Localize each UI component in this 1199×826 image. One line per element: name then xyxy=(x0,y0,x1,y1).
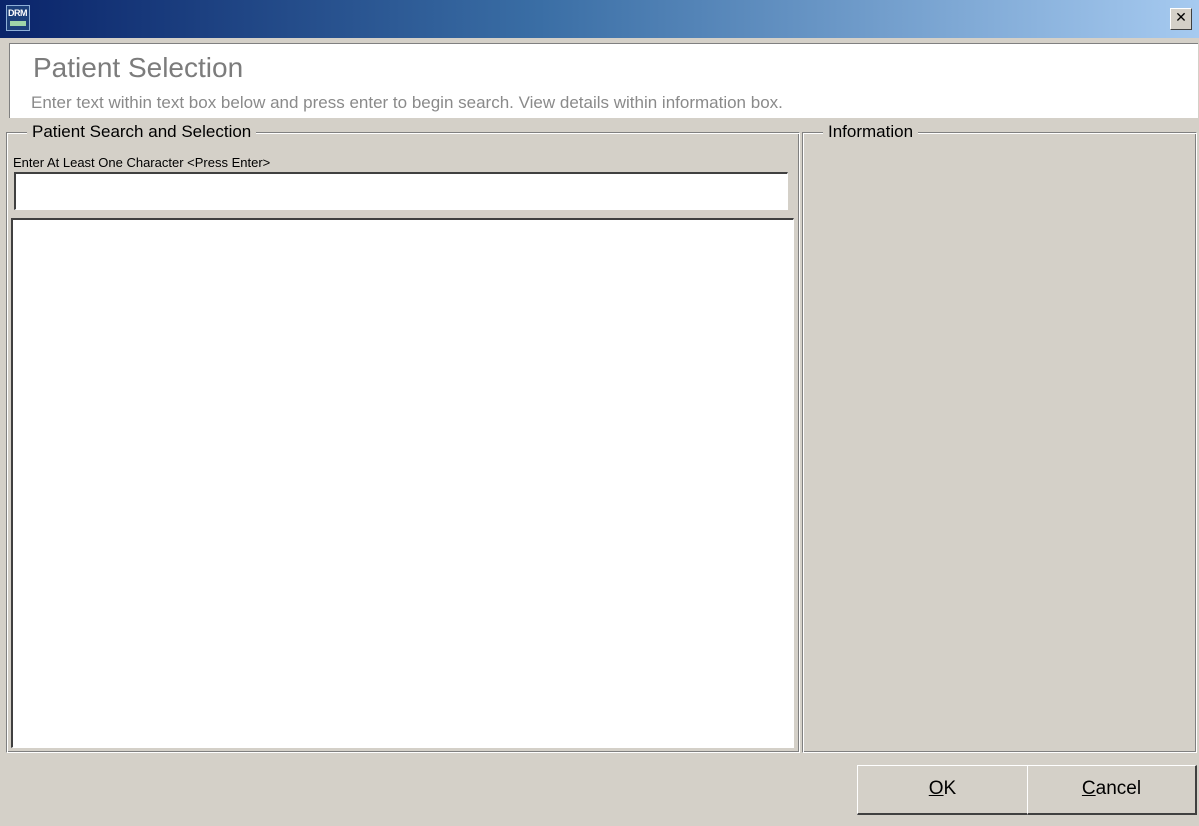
title-bar[interactable]: DRM ✕ xyxy=(0,0,1199,38)
information-legend: Information xyxy=(823,122,919,142)
app-icon-text: DRM xyxy=(8,8,28,18)
drm-app-icon: DRM xyxy=(6,5,30,31)
page-title: Patient Selection xyxy=(33,52,244,83)
search-input-label: Enter At Least One Character <Press Ente… xyxy=(13,155,271,170)
header-panel: Patient Selection Enter text within text… xyxy=(9,43,1198,118)
app-icon-bar xyxy=(10,21,26,26)
ok-button[interactable]: OK xyxy=(857,765,1029,815)
patient-search-legend: Patient Search and Selection xyxy=(27,122,257,142)
ok-label-rest: K xyxy=(943,778,957,799)
patient-selection-window: DRM ✕ Patient Selection Enter text withi… xyxy=(0,0,1199,826)
cancel-accel-key: C xyxy=(1081,778,1096,799)
cancel-label-rest: ancel xyxy=(1095,778,1142,799)
ok-accel-key: O xyxy=(928,778,944,799)
close-icon: ✕ xyxy=(1175,10,1187,26)
patient-search-input[interactable] xyxy=(14,172,788,210)
patient-results-list[interactable] xyxy=(11,218,794,748)
information-group: Information xyxy=(802,122,1197,753)
close-button[interactable]: ✕ xyxy=(1170,8,1192,30)
page-subtitle: Enter text within text box below and pre… xyxy=(31,93,783,112)
cancel-button[interactable]: Cancel xyxy=(1027,765,1197,815)
